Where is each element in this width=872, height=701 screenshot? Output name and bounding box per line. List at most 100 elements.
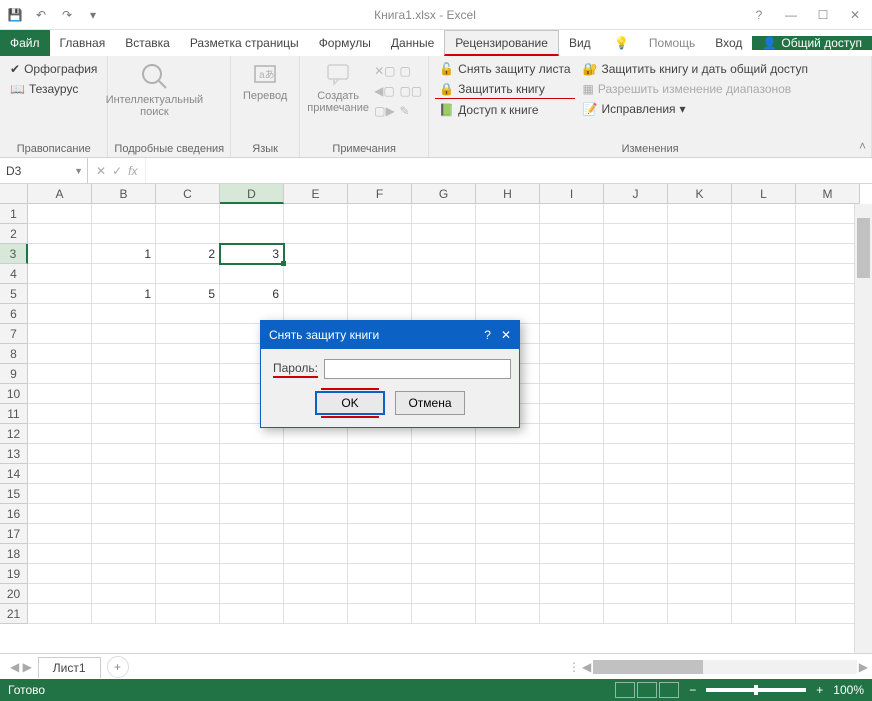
minimize-button[interactable]: —	[778, 4, 804, 26]
cell-B2[interactable]	[92, 224, 156, 244]
cell-F3[interactable]	[348, 244, 412, 264]
cell-I17[interactable]	[540, 524, 604, 544]
cell-E3[interactable]	[284, 244, 348, 264]
cell-B18[interactable]	[92, 544, 156, 564]
cell-C8[interactable]	[156, 344, 220, 364]
cell-J14[interactable]	[604, 464, 668, 484]
cell-J17[interactable]	[604, 524, 668, 544]
cell-I3[interactable]	[540, 244, 604, 264]
row-header-12[interactable]: 12	[0, 424, 28, 444]
tab-review[interactable]: Рецензирование	[444, 30, 559, 56]
cell-A2[interactable]	[28, 224, 92, 244]
collapse-ribbon-icon[interactable]: ˄	[859, 139, 866, 153]
page-layout-view-button[interactable]	[637, 682, 657, 698]
cell-L12[interactable]	[732, 424, 796, 444]
cell-I10[interactable]	[540, 384, 604, 404]
cell-E14[interactable]	[284, 464, 348, 484]
cell-K3[interactable]	[668, 244, 732, 264]
hscroll-thumb[interactable]	[593, 660, 703, 674]
cell-F21[interactable]	[348, 604, 412, 624]
cell-J21[interactable]	[604, 604, 668, 624]
cell-J12[interactable]	[604, 424, 668, 444]
cell-F2[interactable]	[348, 224, 412, 244]
cell-A18[interactable]	[28, 544, 92, 564]
cell-B20[interactable]	[92, 584, 156, 604]
close-button[interactable]: ✕	[842, 4, 868, 26]
cell-B15[interactable]	[92, 484, 156, 504]
cell-M17[interactable]	[796, 524, 860, 544]
next-comment-icon[interactable]: ▢▶	[374, 104, 395, 118]
dialog-titlebar[interactable]: Снять защиту книги ? ✕	[261, 321, 519, 349]
cell-K11[interactable]	[668, 404, 732, 424]
tab-data[interactable]: Данные	[381, 30, 444, 56]
cell-F17[interactable]	[348, 524, 412, 544]
protect-workbook-button[interactable]: 🔒Защитить книгу	[435, 80, 574, 99]
cell-A1[interactable]	[28, 204, 92, 224]
cell-J18[interactable]	[604, 544, 668, 564]
sign-in[interactable]: Вход	[705, 36, 752, 50]
sheet-tab-1[interactable]: Лист1	[38, 657, 101, 678]
cell-J3[interactable]	[604, 244, 668, 264]
cell-A15[interactable]	[28, 484, 92, 504]
enter-formula-icon[interactable]: ✓	[112, 164, 122, 178]
cell-I6[interactable]	[540, 304, 604, 324]
cell-L9[interactable]	[732, 364, 796, 384]
formula-input[interactable]	[146, 158, 872, 183]
column-header-F[interactable]: F	[348, 184, 412, 204]
tab-insert[interactable]: Вставка	[115, 30, 180, 56]
unprotect-sheet-button[interactable]: 🔓Снять защиту листа	[435, 60, 574, 78]
cell-B7[interactable]	[92, 324, 156, 344]
cell-C18[interactable]	[156, 544, 220, 564]
share-workbook-button[interactable]: 📗Доступ к книге	[435, 101, 574, 119]
cell-M16[interactable]	[796, 504, 860, 524]
cell-M5[interactable]	[796, 284, 860, 304]
cell-L11[interactable]	[732, 404, 796, 424]
cell-F5[interactable]	[348, 284, 412, 304]
tab-layout[interactable]: Разметка страницы	[180, 30, 309, 56]
cell-J16[interactable]	[604, 504, 668, 524]
cell-L4[interactable]	[732, 264, 796, 284]
cell-C7[interactable]	[156, 324, 220, 344]
cell-D3[interactable]: 3	[220, 244, 284, 264]
cell-F1[interactable]	[348, 204, 412, 224]
cell-K20[interactable]	[668, 584, 732, 604]
vertical-scrollbar[interactable]	[854, 204, 872, 653]
cell-E13[interactable]	[284, 444, 348, 464]
cell-H20[interactable]	[476, 584, 540, 604]
save-button[interactable]: 💾	[4, 4, 26, 26]
cell-C20[interactable]	[156, 584, 220, 604]
password-input[interactable]	[324, 359, 511, 379]
cell-G13[interactable]	[412, 444, 476, 464]
ribbon-help-icon[interactable]: ?	[746, 4, 772, 26]
cell-M21[interactable]	[796, 604, 860, 624]
cell-J20[interactable]	[604, 584, 668, 604]
cell-J5[interactable]	[604, 284, 668, 304]
cell-L21[interactable]	[732, 604, 796, 624]
cell-G18[interactable]	[412, 544, 476, 564]
cell-L20[interactable]	[732, 584, 796, 604]
zoom-slider[interactable]	[706, 688, 806, 692]
cell-B4[interactable]	[92, 264, 156, 284]
cell-B14[interactable]	[92, 464, 156, 484]
cell-A5[interactable]	[28, 284, 92, 304]
cell-K14[interactable]	[668, 464, 732, 484]
cell-M15[interactable]	[796, 484, 860, 504]
cell-D13[interactable]	[220, 444, 284, 464]
page-break-view-button[interactable]	[659, 682, 679, 698]
cell-A8[interactable]	[28, 344, 92, 364]
cell-H5[interactable]	[476, 284, 540, 304]
row-header-14[interactable]: 14	[0, 464, 28, 484]
cell-C6[interactable]	[156, 304, 220, 324]
maximize-button[interactable]: ☐	[810, 4, 836, 26]
spelling-button[interactable]: ✔Орфография	[6, 60, 101, 78]
cell-B21[interactable]	[92, 604, 156, 624]
cell-I2[interactable]	[540, 224, 604, 244]
row-header-9[interactable]: 9	[0, 364, 28, 384]
cell-L2[interactable]	[732, 224, 796, 244]
cell-M1[interactable]	[796, 204, 860, 224]
column-header-G[interactable]: G	[412, 184, 476, 204]
cell-G16[interactable]	[412, 504, 476, 524]
cell-A10[interactable]	[28, 384, 92, 404]
show-comment-icon[interactable]: ▢	[400, 64, 423, 78]
column-header-H[interactable]: H	[476, 184, 540, 204]
